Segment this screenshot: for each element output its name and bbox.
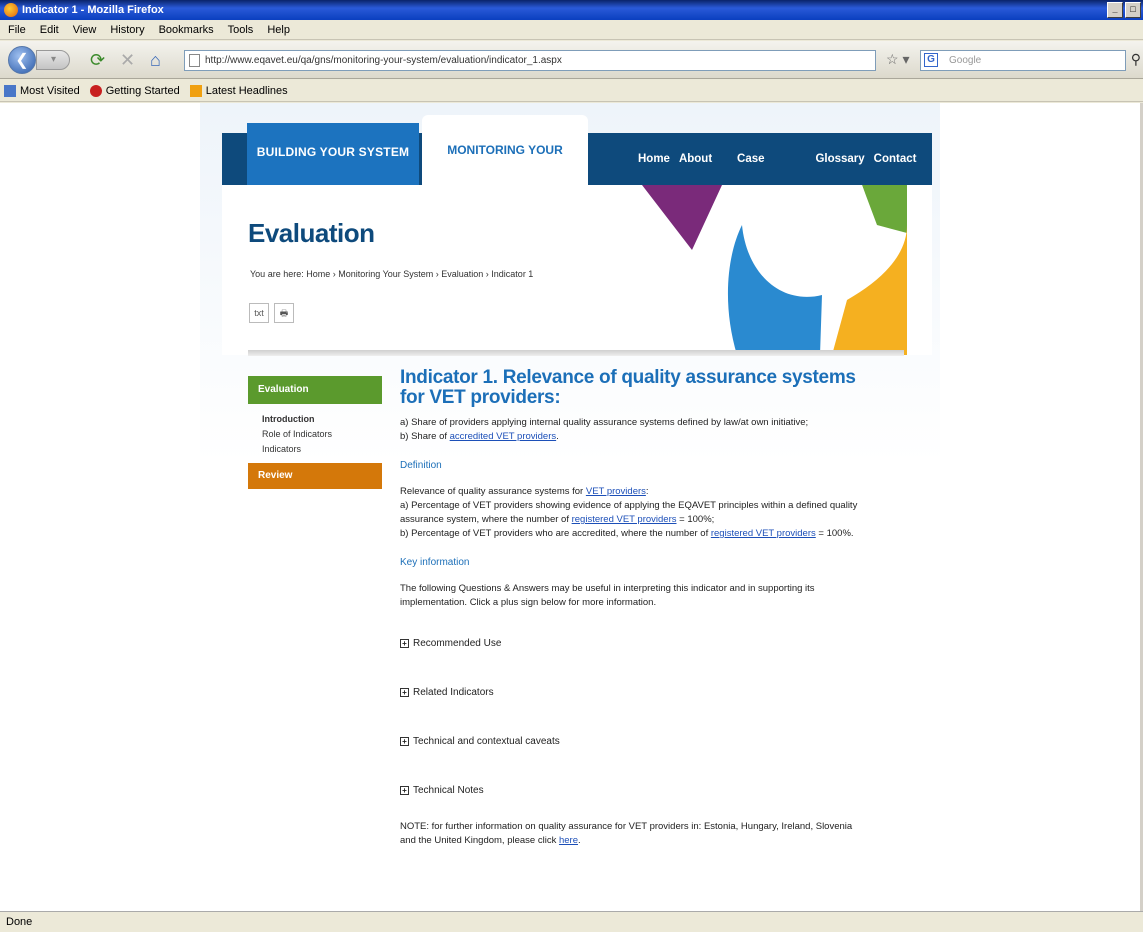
menu-tools[interactable]: Tools: [228, 20, 254, 39]
maximize-button[interactable]: □: [1125, 2, 1141, 18]
intro-a: a) Share of providers applying internal …: [400, 417, 809, 428]
registered-vet-providers-link[interactable]: registered VET providers: [711, 528, 816, 539]
search-icon[interactable]: ⚲: [1131, 51, 1141, 68]
key-information-heading: Key information: [400, 557, 470, 568]
menu-edit[interactable]: Edit: [40, 20, 59, 39]
url-bar[interactable]: http://www.eqavet.eu/qa/gns/monitoring-y…: [184, 50, 876, 71]
rss-icon: [189, 84, 202, 97]
stop-icon[interactable]: ✕: [120, 50, 135, 70]
breadcrumb[interactable]: You are here: Home › Monitoring Your Sys…: [250, 269, 533, 279]
minimize-button[interactable]: _: [1107, 2, 1123, 18]
expander-related-indicators[interactable]: + Related Indicators: [400, 687, 860, 698]
page-icon: [4, 84, 16, 97]
url-text: http://www.eqavet.eu/qa/gns/monitoring-y…: [205, 55, 562, 66]
expander-technical-caveats[interactable]: + Technical and contextual caveats: [400, 736, 860, 747]
sidebar-item-indicators[interactable]: Indicators: [262, 442, 382, 457]
sidebar-item-role-of-indicators[interactable]: Role of Indicators: [262, 427, 382, 442]
firefox-icon: [4, 3, 18, 17]
search-input[interactable]: G Google: [920, 50, 1126, 71]
definition-b: b) Percentage of VET providers who are a…: [400, 528, 854, 539]
tab-building-your-system[interactable]: BUILDING YOUR SYSTEM: [247, 123, 419, 185]
key-information-text: The following Questions & Answers may be…: [400, 583, 815, 608]
title-bar: Indicator 1 - Mozilla Firefox _ □: [0, 0, 1143, 20]
note-text: NOTE: for further information on quality…: [400, 821, 853, 846]
print-icon[interactable]: 🖶: [274, 303, 294, 323]
google-icon[interactable]: G: [924, 53, 938, 67]
plus-icon[interactable]: +: [400, 688, 409, 697]
definition-a: a) Percentage of VET providers showing e…: [400, 500, 858, 525]
reload-icon[interactable]: ⟳: [90, 50, 105, 70]
menu-history[interactable]: History: [110, 20, 144, 39]
sidebar-item-introduction[interactable]: Introduction: [262, 412, 382, 427]
page-icon: [189, 54, 200, 67]
intro-b: b) Share of accredited VET providers.: [400, 431, 559, 442]
nav-case-studies-link[interactable]: Case Studies: [737, 133, 806, 217]
divider: [248, 350, 904, 356]
menu-file[interactable]: File: [8, 20, 26, 39]
plus-icon[interactable]: +: [400, 737, 409, 746]
navigation-toolbar: ❮ ▾ ⟳ ✕ ⌂ http://www.eqavet.eu/qa/gns/mo…: [0, 41, 1143, 79]
nav-home-link[interactable]: Home: [638, 133, 670, 185]
accredited-vet-providers-link[interactable]: accredited VET providers: [450, 431, 557, 442]
forward-button[interactable]: ▾: [36, 50, 70, 70]
menu-bookmarks[interactable]: Bookmarks: [159, 20, 214, 39]
nav-contact-link[interactable]: Contact Us: [874, 133, 932, 217]
sidebar-heading-evaluation[interactable]: Evaluation: [248, 376, 382, 404]
definition-line: Relevance of quality assurance systems f…: [400, 486, 649, 497]
side-navigation: Evaluation Introduction Role of Indicato…: [248, 376, 382, 489]
menu-help[interactable]: Help: [267, 20, 290, 39]
status-bar: Done: [0, 911, 1143, 932]
menu-bar: File Edit View History Bookmarks Tools H…: [0, 20, 1143, 40]
main-content: Indicator 1. Relevance of quality assura…: [400, 368, 860, 848]
bookmark-star-icon[interactable]: ☆ ▾: [886, 51, 909, 68]
page-viewport: BUILDING YOUR SYSTEM MONITORING YOUR SYS…: [0, 103, 1140, 911]
bookmark-latest-headlines[interactable]: Latest Headlines: [189, 80, 288, 101]
purple-shape: [642, 185, 722, 250]
home-icon[interactable]: ⌂: [150, 50, 161, 70]
window-title: Indicator 1 - Mozilla Firefox: [22, 4, 164, 16]
tab-monitoring-your-system[interactable]: MONITORING YOUR SYSTEM: [422, 115, 588, 227]
menu-view[interactable]: View: [73, 20, 97, 39]
nav-about-link[interactable]: About Us: [679, 133, 728, 217]
bookmark-getting-started[interactable]: Getting Started: [89, 80, 180, 101]
browser-window: Indicator 1 - Mozilla Firefox _ □ File E…: [0, 0, 1143, 932]
indicator-title: Indicator 1. Relevance of quality assura…: [400, 367, 856, 408]
text-size-button[interactable]: txt: [249, 303, 269, 323]
here-link[interactable]: here: [559, 835, 578, 846]
definition-heading: Definition: [400, 460, 442, 471]
vet-providers-link[interactable]: VET providers: [586, 486, 646, 497]
bookmarks-toolbar: Most Visited Getting Started Latest Head…: [0, 80, 1143, 102]
plus-icon[interactable]: +: [400, 639, 409, 648]
back-button[interactable]: ❮: [8, 46, 36, 74]
expander-recommended-use[interactable]: + Recommended Use: [400, 638, 860, 649]
status-text: Done: [6, 916, 33, 928]
bookmark-most-visited[interactable]: Most Visited: [4, 80, 80, 101]
search-placeholder: Google: [949, 55, 982, 66]
page-title: Evaluation: [248, 218, 375, 248]
nav-glossary-link[interactable]: Glossary: [815, 133, 864, 185]
plus-icon[interactable]: +: [400, 786, 409, 795]
top-links: Home About Us Case Studies Glossary Cont…: [638, 133, 932, 217]
expander-technical-notes[interactable]: + Technical Notes: [400, 785, 860, 796]
registered-vet-providers-link[interactable]: registered VET providers: [572, 514, 677, 525]
sidebar-item-review[interactable]: Review: [248, 463, 382, 489]
firefox-icon: [89, 84, 102, 97]
